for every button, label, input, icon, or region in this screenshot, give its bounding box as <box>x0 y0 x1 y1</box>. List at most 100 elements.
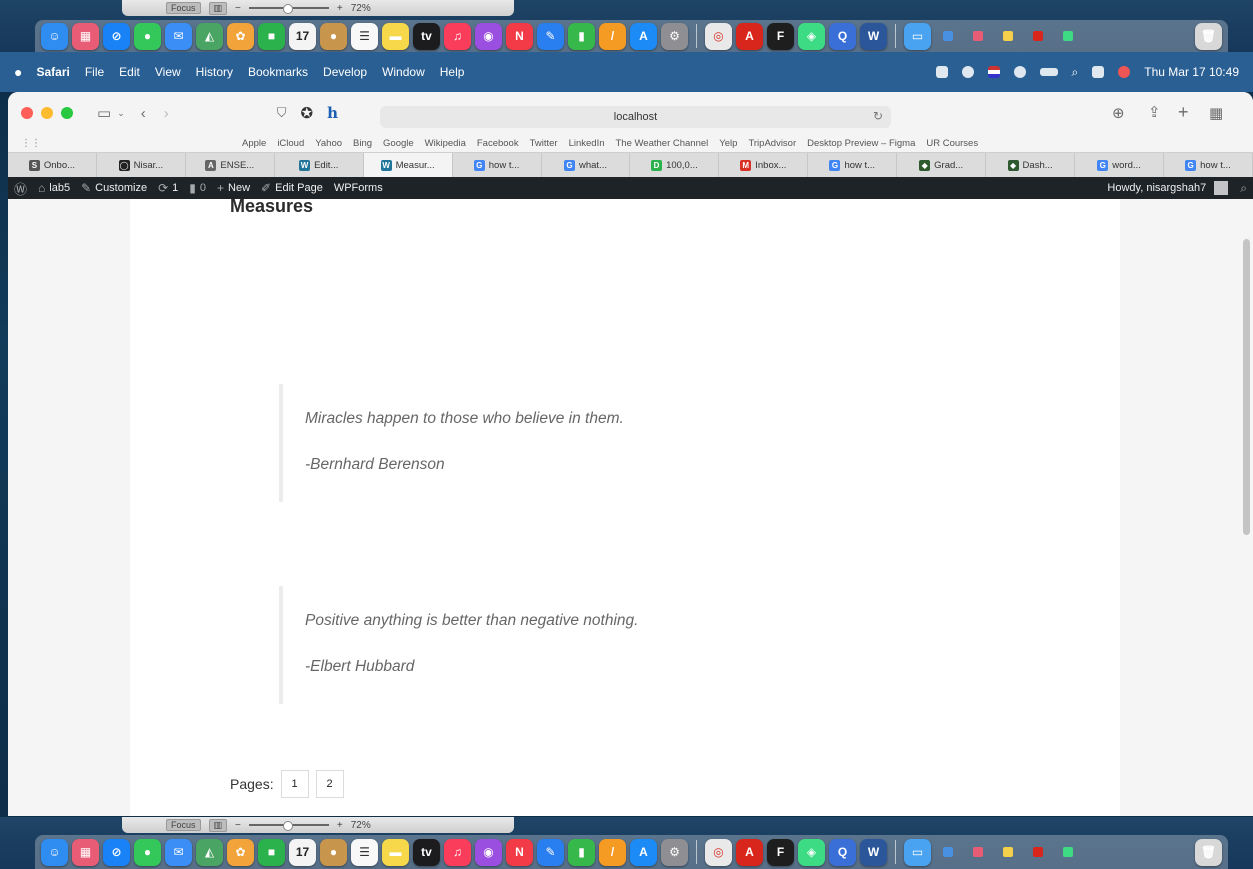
menu-history[interactable]: History <box>196 65 233 79</box>
share-icon[interactable]: ⇪ <box>1148 103 1161 121</box>
android-studio-icon[interactable]: ◈ <box>798 22 825 50</box>
zoom-in-icon[interactable]: + <box>337 820 343 831</box>
admin-updates-link[interactable]: ⟳ 1 <box>158 181 178 195</box>
admin-site-link[interactable]: ⌂ lab5 <box>38 181 70 195</box>
minimized-window-1-icon[interactable] <box>943 847 953 857</box>
favorite-link[interactable]: The Weather Channel <box>616 138 709 149</box>
minimize-window-button[interactable] <box>41 107 53 119</box>
music-icon[interactable]: ♫ <box>444 22 471 50</box>
input-source-flag-icon[interactable] <box>987 66 1000 78</box>
spotlight-search-icon[interactable]: ⌕ <box>1072 65 1079 80</box>
honey-extension-icon[interactable]: h <box>327 104 338 122</box>
safari-icon[interactable]: ⊘ <box>103 22 130 50</box>
favorite-link[interactable]: Bing <box>353 138 372 149</box>
page-link-1[interactable]: 1 <box>280 770 309 798</box>
zoom-window-button[interactable] <box>61 107 73 119</box>
favorite-link[interactable]: TripAdvisor <box>748 138 796 149</box>
maps-icon[interactable]: ◭ <box>196 838 223 866</box>
reminders-icon[interactable]: ☰ <box>351 838 378 866</box>
minimized-window-4-icon[interactable] <box>1033 31 1043 41</box>
wordpress-logo-icon[interactable]: Ⓦ <box>14 179 27 198</box>
menu-bookmarks[interactable]: Bookmarks <box>248 65 308 79</box>
browser-tab[interactable]: ◯ Nisar... <box>97 153 186 177</box>
scrollbar-thumb[interactable] <box>1243 239 1250 535</box>
launchpad-icon[interactable]: ▦ <box>72 838 99 866</box>
numbers-icon[interactable]: ▮ <box>568 22 595 50</box>
browser-tab[interactable]: ◆ Grad... <box>897 153 987 177</box>
tv-icon[interactable]: tv <box>413 22 440 50</box>
quicktime-icon[interactable]: Q <box>829 838 856 866</box>
back-icon[interactable]: ‹ <box>141 105 146 122</box>
favorite-link[interactable]: iCloud <box>277 138 304 149</box>
menu-app-name[interactable]: Safari <box>36 65 69 79</box>
close-window-button[interactable] <box>21 107 33 119</box>
focus-button[interactable]: Focus <box>166 2 201 14</box>
menu-window[interactable]: Window <box>382 65 425 79</box>
minimized-window-3-icon[interactable] <box>1003 31 1013 41</box>
bluetooth-icon[interactable] <box>961 66 974 78</box>
zoom-slider[interactable] <box>248 821 329 831</box>
messages-icon[interactable]: ● <box>134 838 161 866</box>
browser-tab[interactable]: Ghow t... <box>1164 153 1253 177</box>
pages-icon[interactable]: / <box>599 22 626 50</box>
minimized-window-3-icon[interactable] <box>1003 847 1013 857</box>
keynote-icon[interactable]: ✎ <box>537 838 564 866</box>
word-icon[interactable]: W <box>860 22 887 50</box>
zoom-out-icon[interactable]: − <box>235 820 241 831</box>
favorite-link[interactable]: UR Courses <box>926 138 978 149</box>
appstore-icon[interactable]: A <box>630 22 657 50</box>
favorite-link[interactable]: Yahoo <box>315 138 342 149</box>
privacy-shield-icon[interactable]: ⛉ <box>277 105 287 121</box>
browser-tab[interactable]: Ghow t... <box>453 153 542 177</box>
browser-tab[interactable]: A ENSE... <box>186 153 275 177</box>
avatar[interactable] <box>1214 181 1229 195</box>
appstore-icon[interactable]: A <box>630 838 657 866</box>
favorite-link[interactable]: Twitter <box>530 138 558 149</box>
safari-icon[interactable]: ⊘ <box>103 838 130 866</box>
folder-icon[interactable]: ▭ <box>904 838 931 866</box>
downloads-icon[interactable]: ⊕ <box>1112 104 1125 122</box>
sidebar-chevron-down-icon[interactable]: ⌄ <box>117 108 125 119</box>
admin-search-icon[interactable]: ⌕ <box>1240 181 1247 196</box>
android-studio-icon[interactable]: ◈ <box>798 838 825 866</box>
news-icon[interactable]: N <box>506 838 533 866</box>
page-scrollbar[interactable] <box>1240 199 1253 816</box>
favorite-link[interactable]: Facebook <box>477 138 519 149</box>
admin-customize-link[interactable]: ✎ Customize <box>81 181 147 195</box>
folder-icon[interactable]: ▭ <box>904 22 931 50</box>
reload-icon[interactable]: ↻ <box>873 109 883 123</box>
admin-edit-page-link[interactable]: ✐ Edit Page <box>261 181 323 195</box>
favorite-link[interactable]: Google <box>383 138 414 149</box>
minimized-window-4-icon[interactable] <box>1033 847 1043 857</box>
figma-icon[interactable]: F <box>767 22 794 50</box>
favorite-link[interactable]: Wikipedia <box>425 138 466 149</box>
acrobat-icon[interactable]: A <box>736 22 763 50</box>
admin-wpforms-link[interactable]: WPForms <box>334 182 383 194</box>
control-center-icon[interactable] <box>1092 66 1105 78</box>
zoom-slider[interactable] <box>248 4 329 14</box>
battery-app-icon[interactable] <box>935 66 948 78</box>
trash-icon[interactable]: 🗑 <box>1195 838 1222 866</box>
word-icon[interactable]: W <box>860 838 887 866</box>
facetime-icon[interactable]: ■ <box>258 838 285 866</box>
podcasts-icon[interactable]: ◉ <box>475 838 502 866</box>
siri-icon[interactable] <box>1118 66 1131 78</box>
calendar-icon[interactable]: 17 <box>289 838 316 866</box>
admin-comments-link[interactable]: ▮ 0 <box>189 181 206 195</box>
zoom-out-icon[interactable]: − <box>235 3 241 14</box>
admin-howdy-link[interactable]: Howdy, nisargshah7 <box>1107 182 1206 194</box>
minimized-window-1-icon[interactable] <box>943 31 953 41</box>
music-icon[interactable]: ♫ <box>444 838 471 866</box>
apple-menu-icon[interactable]: ● <box>14 64 22 80</box>
view-toggle-icon[interactable]: ▥ <box>208 1 228 15</box>
figma-icon[interactable]: F <box>767 838 794 866</box>
maps-icon[interactable]: ◭ <box>196 22 223 50</box>
zoom-in-icon[interactable]: + <box>337 3 343 14</box>
menu-develop[interactable]: Develop <box>323 65 367 79</box>
keynote-icon[interactable]: ✎ <box>537 22 564 50</box>
news-icon[interactable]: N <box>506 22 533 50</box>
new-tab-icon[interactable]: + <box>1178 102 1189 123</box>
notes-icon[interactable]: ▬ <box>382 22 409 50</box>
finder-icon[interactable]: ☺ <box>41 838 68 866</box>
pages-icon[interactable]: / <box>599 838 626 866</box>
